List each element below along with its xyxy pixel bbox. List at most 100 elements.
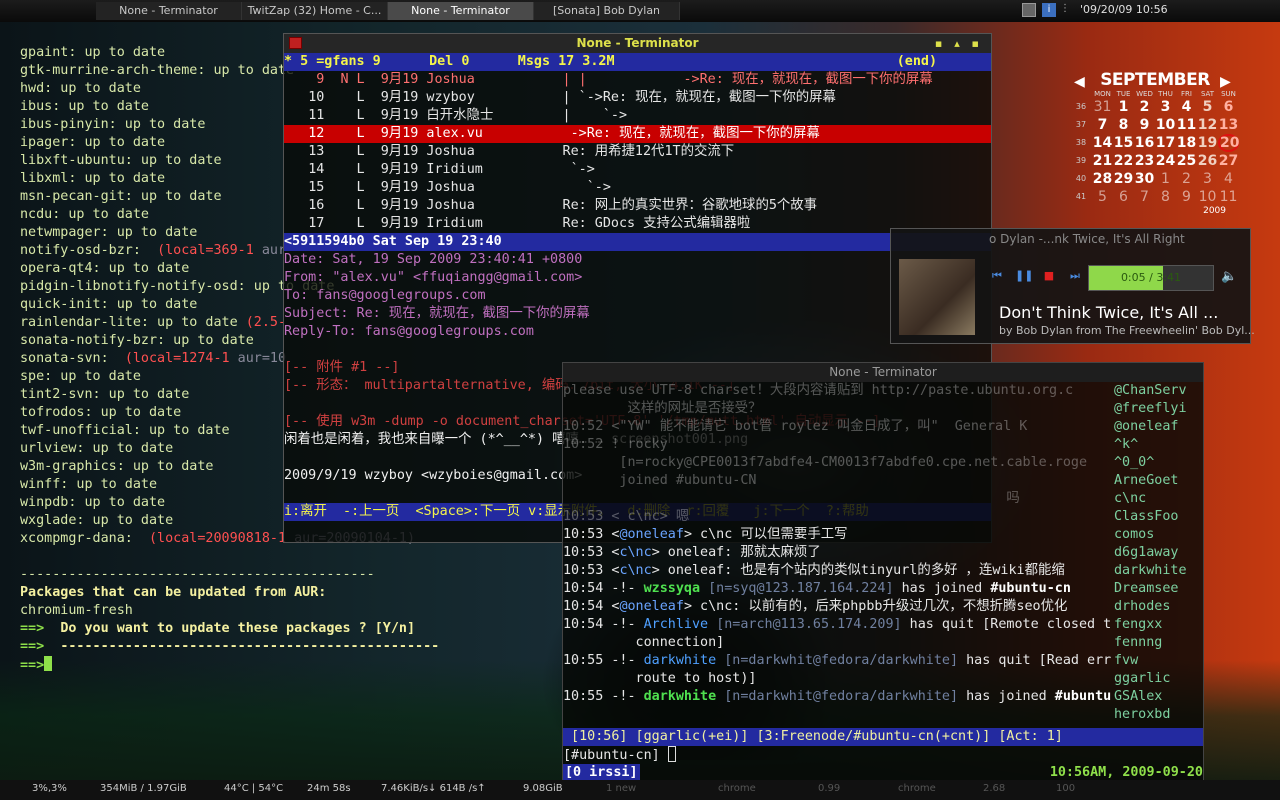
calendar-day[interactable]: 9 [1176,188,1197,206]
tray-monitor-icon[interactable] [1022,3,1036,17]
calendar-day[interactable]: 2 [1176,170,1197,188]
nicklist-item[interactable]: ArneGoet [1114,472,1205,490]
irssi-titlebar[interactable]: None - Terminator [563,363,1203,382]
stop-icon[interactable]: ■ [1041,269,1057,283]
irc-channel[interactable]: #ubuntu-cn [990,581,1071,596]
volume-icon[interactable]: 🔈 [1221,269,1237,284]
message-row[interactable]: 10 L 9月19 wzyboy | `->Re: 现在，就现在，截图一下你的屏… [284,89,991,107]
message-row[interactable]: 13 L 9月19 Joshua Re: 用希捷12代1T的交流下 [284,143,991,161]
calendar-day[interactable]: 23 [1134,152,1155,170]
irc-nick[interactable]: @oneleaf [619,527,684,542]
calendar-day[interactable]: 5 [1092,188,1113,206]
calendar-day[interactable]: 5 [1197,98,1218,116]
message-row[interactable]: 9 N L 9月19 Joshua | | ->Re: 现在，就现在，截图一下你… [284,71,991,89]
calendar-day[interactable]: 24 [1155,152,1176,170]
task-terminator-1[interactable]: None - Terminator [96,2,242,20]
mutt-titlebar[interactable]: None - Terminator ▪ ▴ ▪ [284,34,991,53]
calendar-day[interactable]: 25 [1176,152,1197,170]
message-row[interactable]: 16 L 9月19 Joshua Re: 网上的真实世界：谷歌地球的5个故事 [284,197,991,215]
calendar-day[interactable]: 11 [1218,188,1239,206]
close-icon[interactable] [289,37,302,49]
nicklist-item[interactable]: ^0_0^ [1114,454,1205,472]
irc-event-nick[interactable]: wzssyqa [644,581,700,596]
irc-event-nick[interactable]: Archlive [644,617,709,632]
calendar-day[interactable]: 29 [1113,170,1134,188]
tray-info-icon[interactable]: i [1042,3,1056,17]
message-row[interactable]: 12 L 9月19 alex.vu ->Re: 现在，就现在，截图一下你的屏幕 [284,125,991,143]
calendar-day[interactable]: 10 [1155,116,1176,134]
task-twitzap[interactable]: TwitZap (32) Home - C... [242,2,388,20]
calendar-day[interactable]: 30 [1134,170,1155,188]
track-progress-bar[interactable]: 0:05 / 3:41 [1088,265,1214,291]
tray-network-icon[interactable]: ⋮ [1060,3,1072,17]
calendar-day[interactable]: 21 [1092,152,1113,170]
calendar-day[interactable]: 6 [1113,188,1134,206]
calendar-day[interactable]: 31 [1092,98,1113,116]
message-row[interactable]: 15 L 9月19 Joshua `-> [284,179,991,197]
calendar-day[interactable]: 1 [1113,98,1134,116]
irc-channel[interactable]: #ubuntu [1055,689,1111,704]
previous-track-icon[interactable]: ⏮ [989,269,1005,283]
nicklist-item[interactable]: fvw [1114,652,1205,670]
calendar-day[interactable]: 22 [1113,152,1134,170]
clock[interactable]: '09/20/09 10:56 [1080,3,1168,16]
calendar-day[interactable]: 8 [1155,188,1176,206]
nicklist-item[interactable]: darkwhite [1114,562,1205,580]
calendar-day[interactable]: 26 [1197,152,1218,170]
irc-nick[interactable]: c\nc [619,563,651,578]
calendar-day[interactable]: 16 [1134,134,1155,152]
calendar-day[interactable]: 10 [1197,188,1218,206]
calendar-day[interactable]: 4 [1176,98,1197,116]
calendar-day[interactable]: 18 [1176,134,1197,152]
message-row[interactable]: 11 L 9月19 白开水隐士 | `-> [284,107,991,125]
window-controls-icon[interactable]: ▪ ▴ ▪ [935,34,983,53]
nicklist-item[interactable]: d6g1away [1114,544,1205,562]
calendar-day[interactable]: 1 [1155,170,1176,188]
nicklist-item[interactable]: @freeflyi [1114,400,1205,418]
calendar-day[interactable]: 19 [1197,134,1218,152]
task-sonata[interactable]: [Sonata] Bob Dylan [534,2,680,20]
irc-event-nick[interactable]: darkwhite [644,689,717,704]
nicklist-item[interactable]: heroxbd [1114,706,1205,724]
nicklist-item[interactable]: fennng [1114,634,1205,652]
nicklist-item[interactable]: fengxx [1114,616,1205,634]
nicklist-item[interactable]: drhodes [1114,598,1205,616]
calendar-day[interactable]: 3 [1197,170,1218,188]
shell-prompt[interactable]: ==> [20,656,560,674]
calendar-day[interactable]: 27 [1218,152,1239,170]
calendar-day[interactable]: 11 [1176,116,1197,134]
calendar-day[interactable]: 17 [1155,134,1176,152]
nicklist-item[interactable]: ^k^ [1114,436,1205,454]
nicklist-item[interactable]: Dreamsee [1114,580,1205,598]
irc-nick[interactable]: c\nc [619,545,651,560]
calendar-day[interactable]: 28 [1092,170,1113,188]
calendar-day[interactable]: 7 [1092,116,1113,134]
calendar-prev-icon[interactable]: ◀ [1074,74,1085,90]
nicklist-item[interactable]: GSAlex [1114,688,1205,706]
irc-input-line[interactable]: [#ubuntu-cn] [563,746,676,764]
message-row[interactable]: 14 L 9月19 Iridium `-> [284,161,991,179]
calendar-day[interactable]: 3 [1155,98,1176,116]
irc-event-nick[interactable]: darkwhite [644,653,717,668]
calendar-next-icon[interactable]: ▶ [1220,74,1231,90]
calendar-day[interactable]: 7 [1134,188,1155,206]
calendar-day[interactable]: 20 [1218,134,1239,152]
calendar-day[interactable]: 8 [1113,116,1134,134]
calendar-day[interactable]: 4 [1218,170,1239,188]
nicklist-item[interactable]: @oneleaf [1114,418,1205,436]
calendar-day[interactable]: 13 [1218,116,1239,134]
calendar-day[interactable]: 14 [1092,134,1113,152]
next-track-icon[interactable]: ⏭ [1067,269,1083,283]
nicklist-item[interactable]: ClassFoo [1114,508,1205,526]
calendar-day[interactable]: 12 [1197,116,1218,134]
calendar-day[interactable]: 6 [1218,98,1239,116]
task-terminator-2[interactable]: None - Terminator [388,2,534,20]
nicklist-item[interactable]: comos [1114,526,1205,544]
pause-icon[interactable]: ❚❚ [1015,269,1033,283]
calendar-day[interactable]: 15 [1113,134,1134,152]
nicklist-item[interactable]: c\nc [1114,490,1205,508]
message-row[interactable]: 17 L 9月19 Iridium Re: GDocs 支持公式编辑器啦 [284,215,991,233]
irssi-terminal-window[interactable]: None - Terminator please use UTF-8 chars… [562,362,1204,800]
nicklist-item[interactable]: @ChanServ [1114,382,1205,400]
calendar-day[interactable]: 9 [1134,116,1155,134]
